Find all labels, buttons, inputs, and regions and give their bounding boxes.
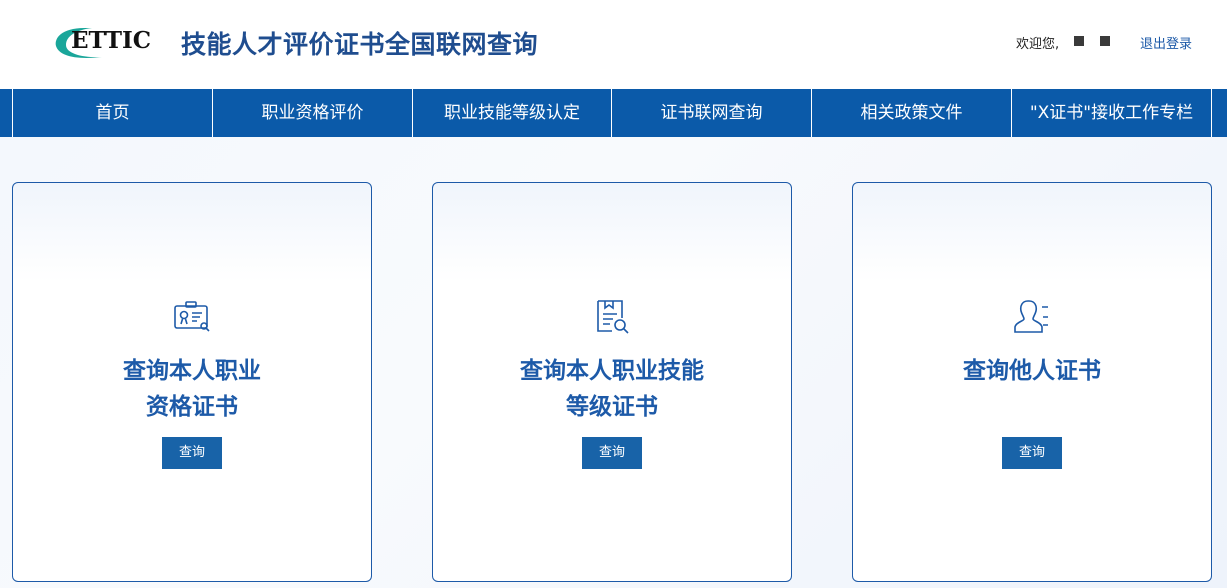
- main-content: 查询本人职业 资格证书 查询 查询本人职业技能 等级证书 查询 查询他人证书 查…: [0, 137, 1227, 588]
- query-button[interactable]: 查询: [582, 437, 642, 469]
- nav-item-home[interactable]: 首页: [12, 89, 212, 137]
- nav-item-skill-level-certification[interactable]: 职业技能等级认定: [412, 89, 611, 137]
- user-list-icon: [1014, 300, 1048, 333]
- card-title: 查询他人证书: [853, 353, 1211, 389]
- card-others-certificate: 查询他人证书 查询: [852, 182, 1212, 582]
- site-title: 技能人才评价证书全国联网查询: [181, 30, 539, 59]
- nav-item-x-certificate-column[interactable]: "X证书"接收工作专栏: [1011, 89, 1211, 137]
- logout-link[interactable]: 退出登录: [1140, 33, 1192, 52]
- nav-item-certificate-query[interactable]: 证书联网查询: [611, 89, 811, 137]
- logo-text: ETTIC: [71, 27, 151, 54]
- header: ETTIC 技能人才评价证书全国联网查询 欢迎您, 退出登录: [0, 0, 1227, 89]
- query-button[interactable]: 查询: [1002, 437, 1062, 469]
- card-title: 查询本人职业技能 等级证书: [433, 353, 791, 425]
- certificate-search-icon: [174, 301, 210, 332]
- ettic-logo: ETTIC: [55, 27, 151, 58]
- query-button[interactable]: 查询: [162, 437, 222, 469]
- card-own-skill-level: 查询本人职业技能 等级证书 查询: [432, 182, 792, 582]
- welcome-text: 欢迎您,: [1016, 37, 1060, 52]
- nav-item-policy-documents[interactable]: 相关政策文件: [811, 89, 1011, 137]
- masked-username-block: [1100, 36, 1110, 46]
- nav-divider: [1211, 89, 1212, 137]
- card-title-line: 资格证书: [146, 394, 238, 420]
- masked-username-block: [1074, 36, 1084, 46]
- card-title-line: 等级证书: [566, 394, 658, 420]
- nav-item-qualification-evaluation[interactable]: 职业资格评价: [212, 89, 412, 137]
- document-search-icon: [597, 300, 629, 334]
- card-title-line: 查询本人职业: [123, 358, 261, 384]
- card-title: 查询本人职业 资格证书: [13, 353, 371, 425]
- main-nav: 首页 职业资格评价 职业技能等级认定 证书联网查询 相关政策文件 "X证书"接收…: [0, 89, 1227, 137]
- card-title-line: 查询本人职业技能: [520, 358, 704, 384]
- card-title-line: 查询他人证书: [963, 358, 1101, 384]
- card-own-qualification: 查询本人职业 资格证书 查询: [12, 182, 372, 582]
